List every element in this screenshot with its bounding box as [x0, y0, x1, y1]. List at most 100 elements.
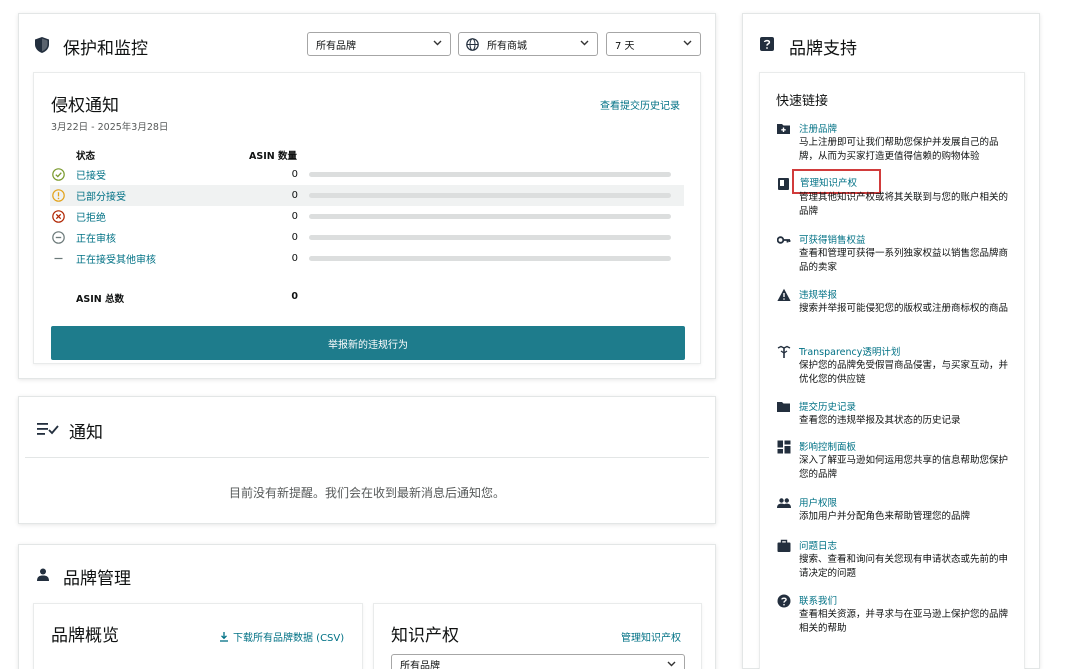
brand-overview-card: 品牌概览 下载所有品牌数据 (CSV): [33, 603, 363, 669]
download-icon: [220, 631, 228, 642]
quick-link-title[interactable]: 联系我们: [799, 593, 837, 607]
status-row-partially-accepted: 已部分接受 0: [50, 185, 684, 206]
quick-link-desc: 查看相关资源，并寻求与在亚马逊上保护您的品牌相关的帮助: [799, 609, 1009, 634]
status-count: 0: [291, 253, 298, 264]
status-table: 已接受 0 已部分接受 0 已拒绝 0 正在审核 0 正在接受其他审核 0: [50, 164, 684, 274]
manage-ip-link[interactable]: 管理知识产权: [621, 629, 681, 644]
status-row-other-review: 正在接受其他审核 0: [50, 248, 684, 269]
warning-icon: [777, 288, 791, 301]
status-bar: [309, 214, 671, 219]
period-filter-value: 7 天: [615, 40, 635, 52]
briefcase-icon: [777, 539, 791, 552]
quick-link-title[interactable]: 注册品牌: [799, 121, 837, 135]
status-count: 0: [291, 190, 298, 201]
transparency-icon: [777, 345, 791, 358]
list-check-icon: [37, 423, 59, 435]
ip-card: 知识产权 管理知识产权 所有品牌: [373, 603, 702, 669]
brand-filter-select[interactable]: 所有品牌: [307, 32, 451, 56]
check-circle-icon: [52, 168, 65, 181]
download-brand-data-link[interactable]: 下载所有品牌数据 (CSV): [219, 629, 344, 644]
notifications-card: 通知 目前没有新提醒。我们会在收到最新消息后通知您。: [18, 396, 716, 524]
marketplace-filter-value: 所有商城: [487, 40, 527, 52]
quick-link-desc: 查看和管理可获得一系列独家权益以销售您品牌商品的卖家: [799, 248, 1009, 273]
quick-links-list: 注册品牌 马上注册即可让我们帮助您保护并发展自己的品牌，从而为买家打造更值得信赖…: [777, 121, 1017, 661]
help-icon: [777, 594, 791, 608]
status-label[interactable]: 已部分接受: [76, 188, 126, 203]
register-brand-icon: [777, 124, 790, 134]
status-bar: [309, 193, 671, 198]
status-label[interactable]: 正在接受其他审核: [76, 251, 156, 266]
shield-icon: [35, 37, 49, 53]
quick-link-desc: 马上注册即可让我们帮助您保护并发展自己的品牌，从而为买家打造更值得信赖的购物体验: [799, 137, 999, 162]
folder-icon: [777, 402, 790, 412]
status-bar: [309, 235, 671, 240]
brand-support-card: 品牌支持 快速链接 注册品牌 马上注册即可让我们帮助您保护并发展自己的品牌，从而…: [742, 13, 1040, 669]
notifications-divider: [25, 457, 709, 458]
quick-links-card: 快速链接 注册品牌 马上注册即可让我们帮助您保护并发展自己的品牌，从而为买家打造…: [759, 72, 1025, 669]
status-bar: [309, 256, 671, 261]
brand-overview-title: 品牌概览: [51, 626, 119, 646]
quick-link-title[interactable]: 违规举报: [799, 287, 837, 301]
protection-monitoring-card: 保护和监控 所有品牌 所有商城 7 天 侵权通知 3月22日 - 2025年3月…: [18, 13, 716, 379]
report-violation-button[interactable]: 举报新的违规行为: [51, 326, 685, 360]
chevron-down-icon: [683, 40, 692, 46]
status-column-header: 状态: [76, 151, 96, 162]
marketplace-filter-select[interactable]: 所有商城: [458, 32, 598, 56]
status-bar: [309, 172, 671, 177]
brand-filter-value: 所有品牌: [316, 40, 356, 52]
quick-link-desc: 搜索、查看和询问有关您现有申请状态或先前的申请决定的问题: [799, 554, 1009, 579]
view-history-link[interactable]: 查看提交历史记录: [600, 97, 680, 112]
quick-link-title[interactable]: 问题日志: [799, 538, 837, 552]
notifications-empty-message: 目前没有新提醒。我们会在收到最新消息后通知您。: [228, 486, 505, 500]
report-violation-button-label: 举报新的违规行为: [328, 339, 408, 351]
asin-count-column-header: ASIN 数量: [249, 151, 297, 162]
chevron-down-icon: [580, 40, 589, 46]
status-row-rejected: 已拒绝 0: [50, 206, 684, 227]
infringement-card: 侵权通知 3月22日 - 2025年3月28日 查看提交历史记录 状态 ASIN…: [33, 72, 701, 364]
status-row-under-review: 正在审核 0: [50, 227, 684, 248]
status-count: 0: [291, 169, 298, 180]
ip-brand-select-value: 所有品牌: [400, 660, 440, 669]
quick-link-title[interactable]: 影响控制面板: [799, 439, 856, 453]
dash-icon: [54, 257, 63, 260]
users-icon: [777, 498, 791, 508]
chevron-down-icon: [667, 661, 676, 667]
status-label[interactable]: 正在审核: [76, 230, 116, 245]
person-icon: [37, 568, 49, 581]
key-icon: [777, 236, 791, 244]
status-label[interactable]: 已拒绝: [76, 209, 106, 224]
quick-links-title: 快速链接: [776, 94, 829, 109]
quick-link-title[interactable]: 用户权限: [799, 495, 837, 509]
period-filter-select[interactable]: 7 天: [606, 32, 701, 56]
brand-management-title: 品牌管理: [63, 569, 131, 589]
status-row-accepted: 已接受 0: [50, 164, 684, 185]
quick-link-title[interactable]: Transparency透明计划: [799, 344, 900, 358]
quick-link-desc: 添加用户并分配角色来帮助管理您的品牌: [799, 511, 971, 522]
x-circle-icon: [52, 210, 65, 223]
quick-link-desc: 查看您的违规举报及其状态的历史记录: [799, 415, 961, 426]
brand-support-title: 品牌支持: [789, 39, 857, 59]
infringement-date-range: 3月22日 - 2025年3月28日: [51, 122, 169, 133]
quick-link-desc: 搜索并举报可能侵犯您的版权或注册商标权的商品: [799, 303, 1009, 314]
quick-link-title[interactable]: 提交历史记录: [799, 399, 856, 413]
dashboard-icon: [777, 440, 791, 454]
globe-icon: [466, 38, 479, 51]
ip-book-icon: [778, 178, 789, 190]
status-count: 0: [291, 232, 298, 243]
status-label[interactable]: 已接受: [76, 167, 106, 182]
brand-management-card: 品牌管理 品牌概览 下载所有品牌数据 (CSV) 知识产权 管理知识产权 所有品…: [18, 544, 716, 669]
ip-brand-select[interactable]: 所有品牌: [391, 654, 685, 669]
quick-link-desc: 保护您的品牌免受假冒商品侵害，与买家互动，并优化您的供应链: [799, 360, 1009, 385]
quick-link-desc: 管理其他知识产权或将其关联到与您的账户相关的品牌: [799, 192, 1009, 217]
quick-link-desc: 深入了解亚马逊如何运用您共享的信息帮助您保护您的品牌: [799, 455, 1009, 480]
info-circle-icon: [52, 189, 65, 202]
asin-total-count: 0: [291, 291, 298, 302]
download-brand-data-label: 下载所有品牌数据 (CSV): [233, 633, 345, 644]
notifications-title: 通知: [69, 423, 103, 443]
infringement-title: 侵权通知: [51, 96, 119, 116]
protection-title: 保护和监控: [63, 39, 148, 59]
minus-circle-icon: [52, 231, 65, 244]
chevron-down-icon: [433, 40, 442, 46]
ip-title: 知识产权: [391, 626, 459, 646]
quick-link-title[interactable]: 可获得销售权益: [799, 232, 866, 246]
